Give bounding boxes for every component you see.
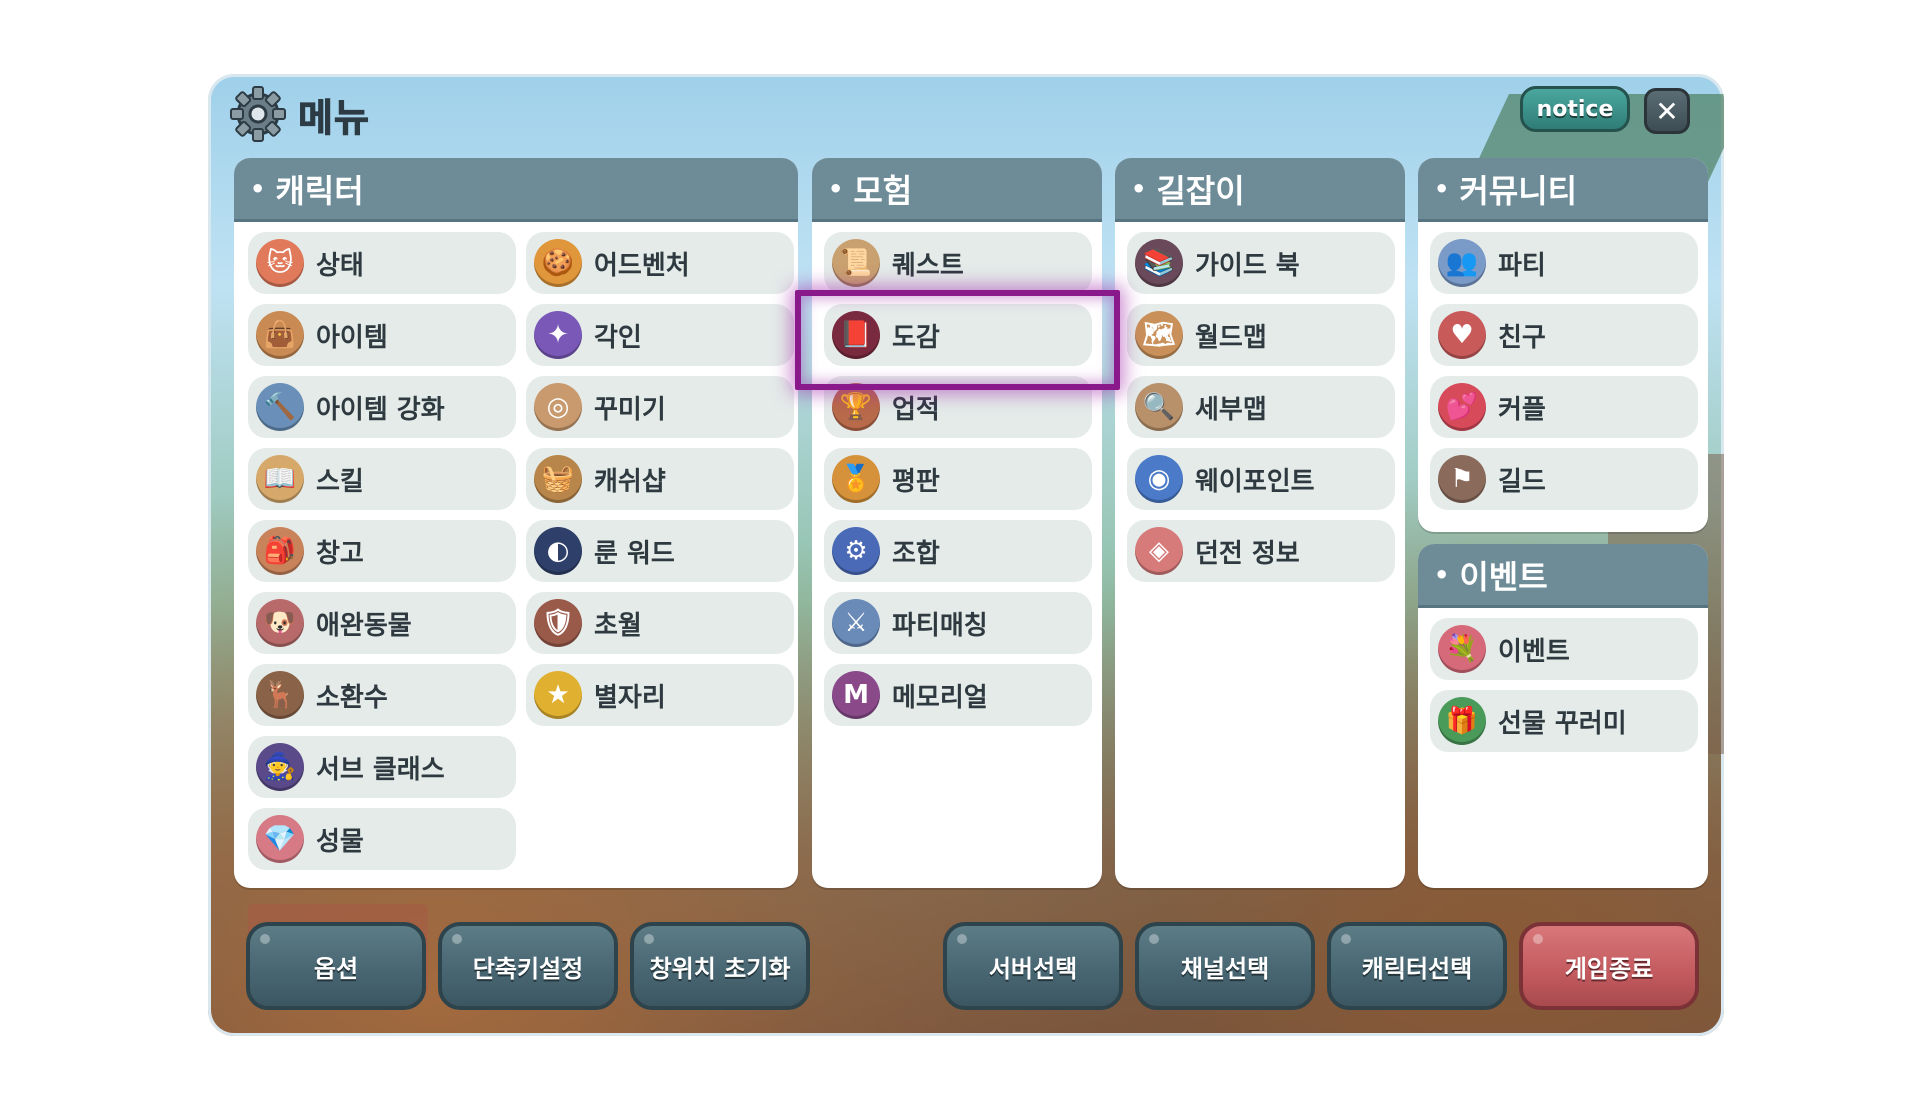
cosmetic-icon: ◎ [534,383,582,431]
pet-icon: 🐶 [256,599,304,647]
menu-item-memorial[interactable]: M 메모리얼 [824,664,1092,726]
constellation-star-icon: ★ [534,671,582,719]
subclass-icon: 🧙 [256,743,304,791]
gear-icon [230,86,286,142]
character-select-button[interactable]: 캐릭터선택 [1327,922,1507,1010]
menu-item-guild[interactable]: ⚑ 길드 [1430,448,1698,510]
menu-item-subclass[interactable]: 🧙 서브 클래스 [248,736,516,798]
summon-icon: 🦌 [256,671,304,719]
panel-title: 커뮤니티 [1459,171,1578,210]
menu-item-event[interactable]: 💐 이벤트 [1430,618,1698,680]
guild-flag-icon: ⚑ [1438,455,1486,503]
rune-word-icon: ◐ [534,527,582,575]
reputation-medal-icon: 🏅 [832,455,880,503]
dungeon-info-icon: ◈ [1135,527,1183,575]
menu-item-item[interactable]: 👜 아이템 [248,304,516,366]
menu-item-cash-shop[interactable]: 🧺 캐쉬샵 [526,448,794,510]
channel-select-button[interactable]: 채널선택 [1135,922,1315,1010]
cat-status-icon: 🐱 [256,239,304,287]
menu-item-storage[interactable]: 🎒 창고 [248,520,516,582]
storage-bag-icon: 🎒 [256,527,304,575]
cash-shop-icon: 🧺 [534,455,582,503]
crafting-gear-icon: ⚙ [832,527,880,575]
menu-item-quest[interactable]: 📜 퀘스트 [824,232,1092,294]
selection-highlight [795,290,1120,390]
party-matching-icon: ⚔ [832,599,880,647]
menu-window: 메뉴 notice ✕ • 캐릭터 • 모험 • 길잡이 • 커뮤니티 • 이벤트 🐱 상태… [208,74,1724,1036]
panel-header: • 캐릭터 [234,158,798,222]
menu-item-item-enhance[interactable]: 🔨 아이템 강화 [248,376,516,438]
skill-book-icon: 📖 [256,455,304,503]
couple-icon: 💕 [1438,383,1486,431]
menu-item-rune-word[interactable]: ◐ 룬 워드 [526,520,794,582]
menu-item-party-matching[interactable]: ⚔ 파티매칭 [824,592,1092,654]
panel-header: • 이벤트 [1418,544,1708,608]
window-title: 메뉴 [298,95,370,140]
world-map-icon: 🗺 [1135,311,1183,359]
star-engrave-icon: ✦ [534,311,582,359]
relic-icon: 💎 [256,815,304,863]
quest-scroll-icon: 📜 [832,239,880,287]
transcend-shield-icon: 🛡 [534,599,582,647]
menu-item-engrave[interactable]: ✦ 각인 [526,304,794,366]
guide-book-icon: 📚 [1135,239,1183,287]
menu-item-gift[interactable]: 🎁 선물 꾸러미 [1430,690,1698,752]
menu-item-world-map[interactable]: 🗺 월드맵 [1127,304,1395,366]
event-bouquet-icon: 💐 [1438,625,1486,673]
server-select-button[interactable]: 서버선택 [943,922,1123,1010]
exit-game-button[interactable]: 게임종료 [1519,922,1699,1010]
menu-item-constellation[interactable]: ★ 별자리 [526,664,794,726]
waypoint-orb-icon: ◉ [1135,455,1183,503]
panel-title: 모험 [853,171,913,210]
menu-item-skill[interactable]: 📖 스킬 [248,448,516,510]
menu-item-detail-map[interactable]: 🔍 세부맵 [1127,376,1395,438]
menu-item-waypoint[interactable]: ◉ 웨이포인트 [1127,448,1395,510]
achievement-icon: 🏆 [832,383,880,431]
detail-map-icon: 🔍 [1135,383,1183,431]
window-header: 메뉴 [230,84,370,144]
memorial-icon: M [832,671,880,719]
menu-item-pet[interactable]: 🐶 애완동물 [248,592,516,654]
menu-item-dungeon-info[interactable]: ◈ 던전 정보 [1127,520,1395,582]
party-icon: 👥 [1438,239,1486,287]
menu-item-relic[interactable]: 💎 성물 [248,808,516,870]
menu-item-adventure[interactable]: 🍪 어드벤처 [526,232,794,294]
item-bag-icon: 👜 [256,311,304,359]
panel-header: • 커뮤니티 [1418,158,1708,222]
panel-header: • 모험 [812,158,1102,222]
menu-item-transcend[interactable]: 🛡 초월 [526,592,794,654]
menu-item-friend[interactable]: ♥ 친구 [1430,304,1698,366]
menu-item-crafting[interactable]: ⚙ 조합 [824,520,1092,582]
menu-item-cosmetic[interactable]: ◎ 꾸미기 [526,376,794,438]
menu-item-guide-book[interactable]: 📚 가이드 북 [1127,232,1395,294]
menu-item-party[interactable]: 👥 파티 [1430,232,1698,294]
menu-item-couple[interactable]: 💕 커플 [1430,376,1698,438]
cookie-adventure-icon: 🍪 [534,239,582,287]
menu-item-status[interactable]: 🐱 상태 [248,232,516,294]
panel-title: 길잡이 [1156,171,1245,210]
notice-button[interactable]: notice [1520,86,1630,132]
hammer-enhance-icon: 🔨 [256,383,304,431]
menu-item-reputation[interactable]: 🏅 평판 [824,448,1092,510]
hotkey-settings-button[interactable]: 단축키설정 [438,922,618,1010]
panel-title: 이벤트 [1459,557,1548,596]
reset-window-position-button[interactable]: 창위치 초기화 [630,922,810,1010]
panel-header: • 길잡이 [1115,158,1405,222]
gift-box-icon: 🎁 [1438,697,1486,745]
close-button[interactable]: ✕ [1644,88,1690,134]
friend-icon: ♥ [1438,311,1486,359]
option-button[interactable]: 옵션 [246,922,426,1010]
panel-title: 캐릭터 [275,171,364,210]
menu-item-summon[interactable]: 🦌 소환수 [248,664,516,726]
